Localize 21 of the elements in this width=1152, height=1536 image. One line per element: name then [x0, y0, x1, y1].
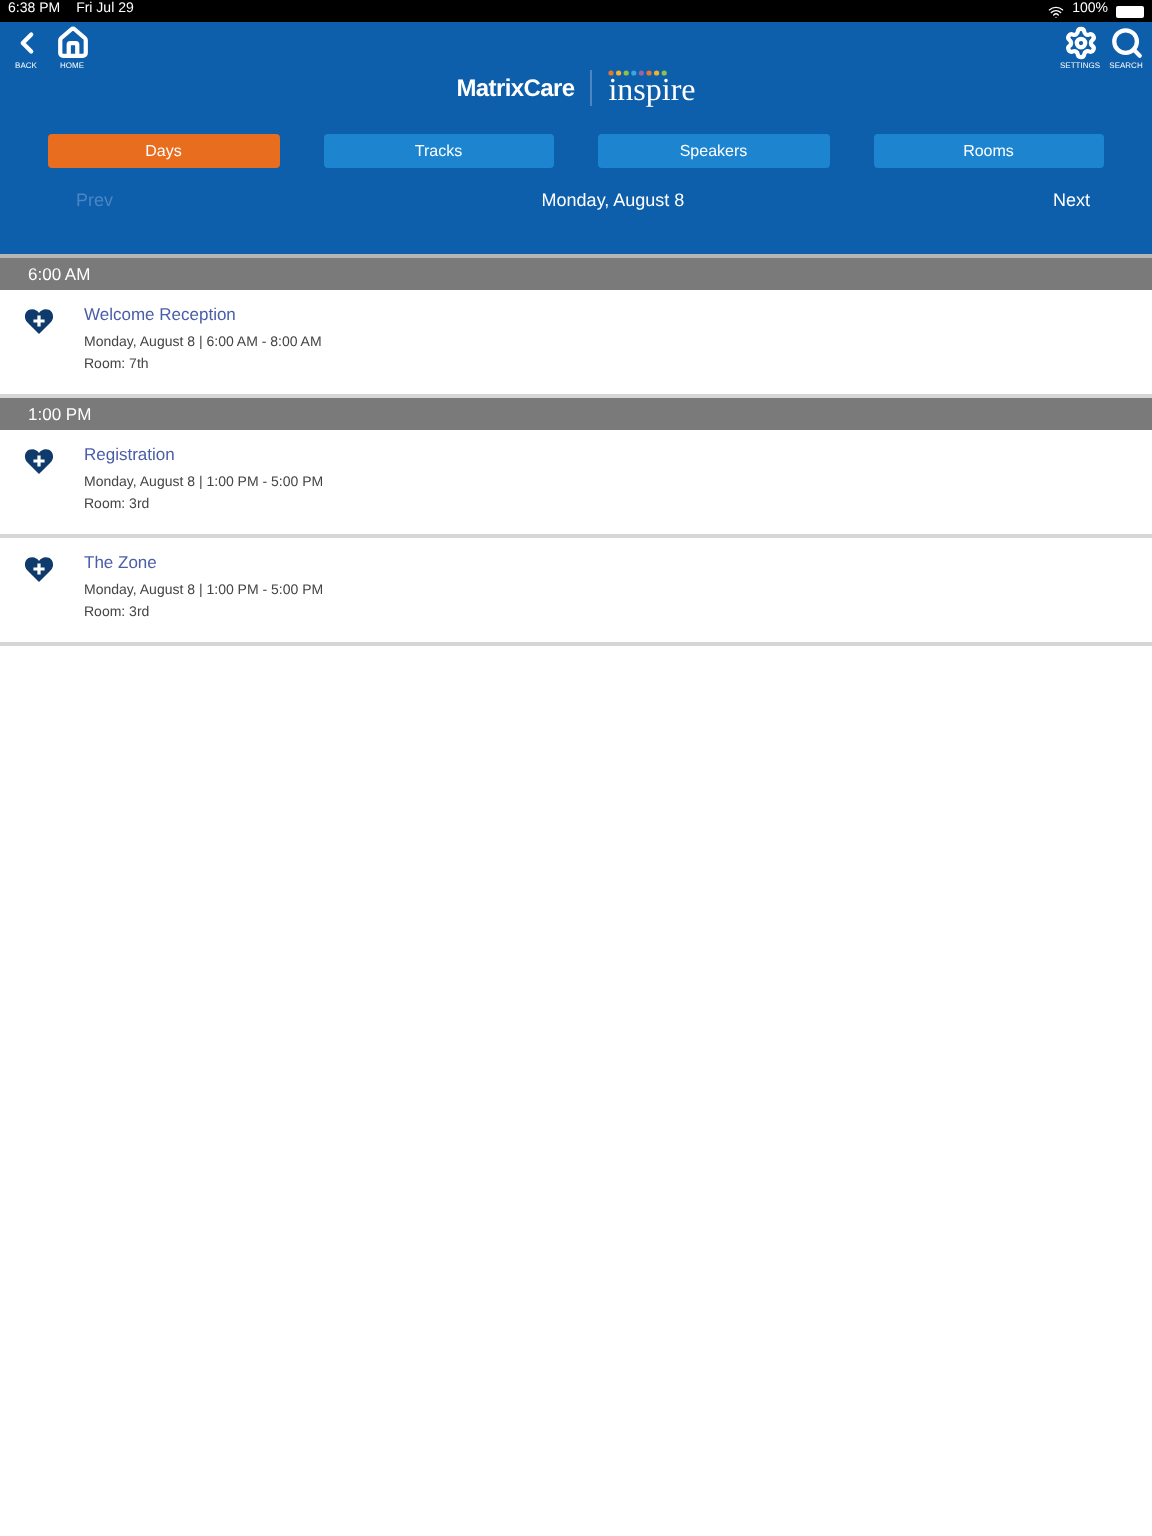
next-button[interactable]: Next — [1052, 188, 1090, 215]
brand-logo: MatrixCare — [456, 72, 575, 106]
home-icon — [55, 26, 89, 60]
time-header: 1:00 PM — [0, 398, 1152, 430]
battery-icon — [1116, 5, 1144, 17]
heart-plus-icon — [24, 308, 54, 334]
event-logo: inspire — [608, 75, 696, 107]
tab[interactable]: Tracks — [323, 134, 554, 168]
session-title: Welcome Reception — [84, 304, 238, 326]
session-title: Registration — [84, 444, 177, 466]
tab[interactable]: Speakers — [598, 134, 829, 168]
search-icon — [1109, 26, 1143, 60]
heart-plus-icon — [24, 448, 54, 474]
session-title: The Zone — [84, 552, 159, 574]
dots-drawing — [608, 69, 669, 75]
heart-plus-icon — [24, 556, 54, 582]
settings-icon — [1063, 26, 1097, 60]
wifi-icon — [1048, 3, 1065, 19]
current-day: Monday, August 8 — [481, 188, 685, 215]
tab[interactable]: Rooms — [873, 134, 1104, 168]
time-header: 6:00 AM — [0, 258, 1152, 290]
